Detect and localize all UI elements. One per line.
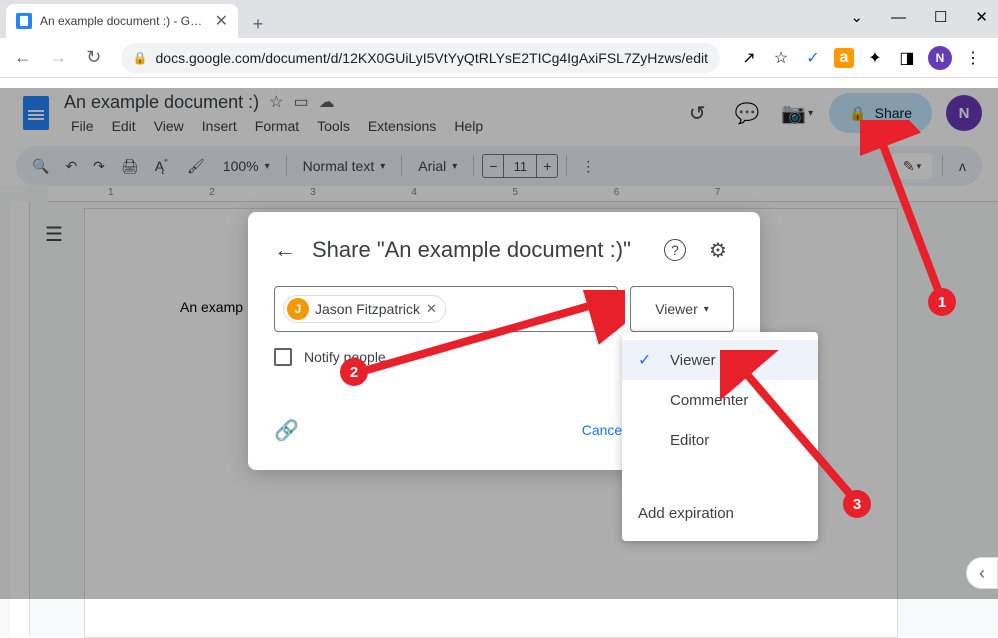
share-dialog-title: Share "An example document :)"	[312, 237, 648, 263]
annotation-badge-2: 2	[340, 358, 368, 386]
caret-down-icon: ▾	[704, 304, 709, 315]
chip-avatar: J	[287, 298, 309, 320]
window-maximize-icon[interactable]: ☐	[934, 8, 947, 26]
role-option-expiration[interactable]: Add expiration	[622, 493, 818, 533]
annotation-badge-3: 3	[843, 490, 871, 518]
role-value: Viewer	[655, 301, 698, 317]
back-arrow-icon[interactable]: ←	[274, 237, 296, 263]
profile-avatar[interactable]: N	[928, 46, 952, 70]
url-text: docs.google.com/document/d/12KX0GUiLyI5V…	[156, 50, 708, 66]
lock-icon: 🔒	[133, 51, 148, 65]
back-button[interactable]: ←	[8, 42, 38, 74]
forward-button[interactable]: →	[44, 42, 74, 74]
scroll-fab[interactable]: ‹	[966, 557, 998, 589]
role-menu: ✓ Viewer Commenter Editor Add expiration	[622, 332, 818, 541]
url-field[interactable]: 🔒 docs.google.com/document/d/12KX0GUiLyI…	[121, 43, 720, 73]
role-label: Commenter	[670, 392, 748, 409]
role-option-editor[interactable]: Editor	[622, 420, 818, 460]
bookmark-star-icon[interactable]: ☆	[770, 47, 792, 69]
window-controls: ⌄ — ☐ ✕	[850, 8, 988, 26]
role-label: Editor	[670, 432, 709, 449]
role-label: Viewer	[670, 352, 716, 369]
tab-strip: An example document :) - Goog ✕ +	[0, 0, 998, 38]
extension-1-icon[interactable]: ✓	[802, 47, 824, 69]
notify-checkbox[interactable]	[274, 348, 292, 366]
new-tab-button[interactable]: +	[244, 10, 272, 38]
people-input[interactable]: J Jason Fitzpatrick ✕	[274, 286, 618, 332]
copy-link-icon[interactable]: 🔗	[274, 418, 299, 443]
extension-icons: ↗ ☆ ✓ a ✦ ◨ N ⋮	[732, 46, 990, 70]
person-chip[interactable]: J Jason Fitzpatrick ✕	[283, 295, 446, 323]
role-select[interactable]: Viewer ▾	[630, 286, 734, 332]
annotation-badge-1: 1	[928, 288, 956, 316]
sidepanel-icon[interactable]: ◨	[896, 47, 918, 69]
amazon-extension-icon[interactable]: a	[834, 48, 854, 68]
window-close-icon[interactable]: ✕	[975, 8, 988, 26]
share-title-row: ← Share "An example document :)" ? ⚙	[274, 234, 734, 266]
role-label: Add expiration	[638, 505, 734, 522]
extensions-puzzle-icon[interactable]: ✦	[864, 47, 886, 69]
settings-gear-icon[interactable]: ⚙	[702, 234, 734, 266]
reload-button[interactable]: ↻	[79, 42, 109, 74]
menu-divider	[622, 486, 818, 487]
docs-favicon-icon	[16, 13, 32, 29]
chip-remove-icon[interactable]: ✕	[426, 301, 437, 317]
share-page-icon[interactable]: ↗	[738, 47, 760, 69]
window-minimize-icon[interactable]: —	[891, 9, 906, 26]
check-icon: ✓	[638, 350, 656, 370]
tab-title: An example document :) - Goog	[40, 14, 207, 28]
help-icon[interactable]: ?	[664, 239, 686, 261]
browser-tab[interactable]: An example document :) - Goog ✕	[6, 4, 238, 38]
browser-menu-icon[interactable]: ⋮	[962, 47, 984, 69]
role-option-commenter[interactable]: Commenter	[622, 380, 818, 420]
address-bar: ← → ↻ 🔒 docs.google.com/document/d/12KX0…	[0, 38, 998, 78]
role-option-viewer[interactable]: ✓ Viewer	[622, 340, 818, 380]
share-input-row: J Jason Fitzpatrick ✕ Viewer ▾	[274, 286, 734, 332]
chip-name: Jason Fitzpatrick	[315, 301, 420, 317]
tab-close-icon[interactable]: ✕	[215, 11, 228, 31]
window-chevron-icon[interactable]: ⌄	[850, 8, 863, 26]
